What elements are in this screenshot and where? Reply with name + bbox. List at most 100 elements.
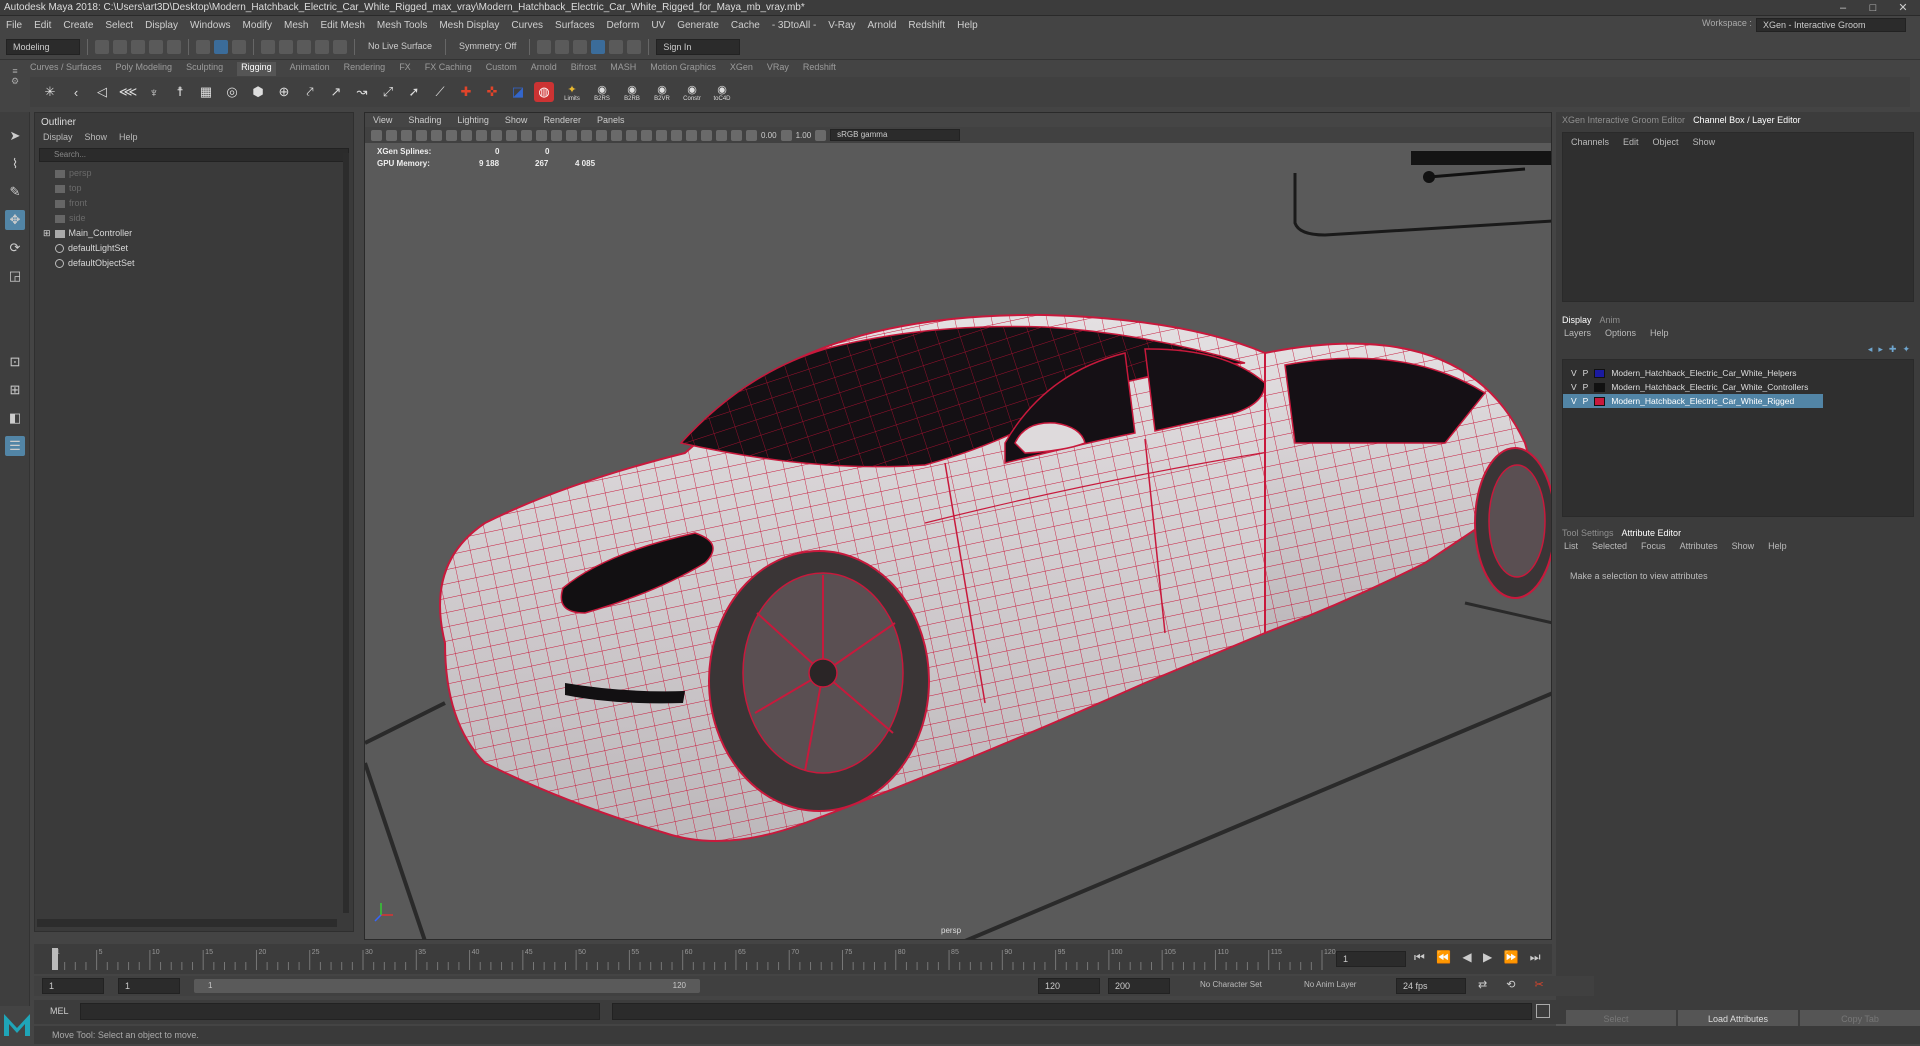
outliner-item[interactable]: side <box>55 211 353 226</box>
character-set-dropdown[interactable]: No Character Set <box>1200 980 1262 989</box>
outliner-vscrollbar[interactable] <box>343 153 349 913</box>
outliner-search-input[interactable]: Search... <box>39 148 349 162</box>
close-button[interactable]: ✕ <box>1888 0 1918 16</box>
menu-mesh-display[interactable]: Mesh Display <box>439 20 499 31</box>
fps-dropdown[interactable]: 24 fps <box>1396 978 1466 994</box>
layer-playback-toggle[interactable]: P <box>1583 396 1589 406</box>
playback-start-field[interactable]: 1 <box>118 978 180 994</box>
outliner-menu-help[interactable]: Help <box>119 132 138 142</box>
bookmark-icon[interactable] <box>401 129 412 141</box>
wrap-icon[interactable]: ⊕ <box>274 82 294 102</box>
b2rs-shelf-icon[interactable]: ◉ B2RS <box>590 82 614 102</box>
ik-handle-icon[interactable]: ‹ <box>66 82 86 102</box>
open-scene-icon[interactable] <box>113 39 127 54</box>
shelf-tab-motion-graphics[interactable]: Motion Graphics <box>650 62 716 76</box>
outliner-item[interactable]: persp <box>55 166 353 181</box>
undo-icon[interactable] <box>149 39 163 54</box>
sign-in-button[interactable]: Sign In <box>656 38 741 55</box>
ipr-render-icon[interactable] <box>555 39 570 54</box>
point-constraint-icon[interactable]: ↗ <box>326 82 346 102</box>
safe-action-icon[interactable] <box>506 129 517 141</box>
minimize-button[interactable]: – <box>1828 0 1858 16</box>
camera-attr-icon[interactable] <box>386 129 397 141</box>
rotate-tool-icon[interactable]: ⟳ <box>5 238 25 258</box>
playback-end-field[interactable]: 120 <box>1038 978 1100 994</box>
exposure-icon[interactable] <box>746 129 757 141</box>
expand-icon[interactable]: ⊞ <box>43 226 51 241</box>
cluster-icon[interactable]: ◎ <box>222 82 242 102</box>
menu-v-ray[interactable]: V-Ray <box>828 20 855 31</box>
render-view-icon[interactable] <box>609 39 624 54</box>
attr-tab-tool-settings[interactable]: Tool Settings <box>1562 528 1614 538</box>
viewport-menu-view[interactable]: View <box>373 115 392 125</box>
menu-edit-mesh[interactable]: Edit Mesh <box>320 20 364 31</box>
shelf-tab-redshift[interactable]: Redshift <box>803 62 836 76</box>
layer-row[interactable]: V P Modern_Hatchback_Electric_Car_White_Co… <box>1563 380 1913 394</box>
b2vr-shelf-icon[interactable]: ◉ B2VR <box>650 82 674 102</box>
new-layer-icon[interactable]: ✚ <box>1889 344 1897 355</box>
move-layer-up-icon[interactable]: ◂ <box>1868 344 1873 355</box>
cross-locator-icon[interactable]: ✜ <box>482 82 502 102</box>
menu-edit[interactable]: Edit <box>34 20 51 31</box>
shelf-tab-custom[interactable]: Custom <box>486 62 517 76</box>
lattice-icon[interactable]: ⬢ <box>248 82 268 102</box>
color-space-dropdown[interactable]: sRGB gamma <box>830 129 961 141</box>
depth-of-field-icon[interactable] <box>671 129 682 141</box>
layer-color-swatch[interactable] <box>1594 368 1606 378</box>
hypershade-icon[interactable] <box>591 39 606 54</box>
wireframe-icon[interactable] <box>536 129 547 141</box>
camera-select-icon[interactable] <box>371 129 382 141</box>
film-gate-icon[interactable] <box>446 129 457 141</box>
workspace-dropdown[interactable]: XGen - Interactive Groom <box>1756 18 1906 32</box>
shelf-tab-fx-caching[interactable]: FX Caching <box>425 62 472 76</box>
layer-color-swatch[interactable] <box>1594 382 1606 392</box>
resolution-gate-icon[interactable] <box>461 129 472 141</box>
current-frame-field[interactable]: 1 <box>1336 951 1406 967</box>
menu-cache[interactable]: Cache <box>731 20 760 31</box>
lasso-tool-icon[interactable]: ⌇ <box>5 154 25 174</box>
snap-curve-icon[interactable] <box>279 39 293 54</box>
quick-rig-icon[interactable]: ♆ <box>144 82 164 102</box>
move-layer-down-icon[interactable]: ▸ <box>1878 344 1883 355</box>
pole-vector-icon[interactable]: ⟋ <box>430 82 450 102</box>
menu-help[interactable]: Help <box>957 20 978 31</box>
toc4d-shelf-icon[interactable]: ◉ toC4D <box>710 82 734 102</box>
shelf-tab-animation[interactable]: Animation <box>290 62 330 76</box>
layer-visibility-toggle[interactable]: V <box>1571 368 1577 378</box>
two-view-layout-icon[interactable]: ◧ <box>5 408 25 428</box>
menu-arnold[interactable]: Arnold <box>868 20 897 31</box>
layer-color-swatch[interactable] <box>1594 396 1606 406</box>
layer-menu-help[interactable]: Help <box>1650 328 1669 338</box>
tab-xgen-interactive-groom-editor[interactable]: XGen Interactive Groom Editor <box>1562 115 1685 125</box>
default-material-icon[interactable] <box>566 129 577 141</box>
move-tool-icon[interactable]: ✥ <box>5 210 25 230</box>
color-management-icon[interactable] <box>815 129 827 141</box>
shelf-tab-rigging[interactable]: Rigging <box>237 62 276 76</box>
shelf-tab-arnold[interactable]: Arnold <box>531 62 557 76</box>
exposure-value[interactable]: 0.00 <box>761 131 777 140</box>
grid-icon[interactable] <box>431 129 442 141</box>
humanik-icon[interactable]: ☨ <box>170 82 190 102</box>
shelf-tab-mash[interactable]: MASH <box>610 62 636 76</box>
anim-layer-dropdown[interactable]: No Anim Layer <box>1304 980 1356 989</box>
layer-tab-anim[interactable]: Anim <box>1600 315 1621 325</box>
backface-icon[interactable] <box>731 129 742 141</box>
menu-select[interactable]: Select <box>105 20 133 31</box>
layer-visibility-toggle[interactable]: V <box>1571 396 1577 406</box>
layer-row[interactable]: V P Modern_Hatchback_Electric_Car_White_He… <box>1563 366 1913 380</box>
viewport-menu-renderer[interactable]: Renderer <box>543 115 581 125</box>
menu-windows[interactable]: Windows <box>190 20 231 31</box>
field-chart-icon[interactable] <box>491 129 502 141</box>
shelf-tab-rendering[interactable]: Rendering <box>344 62 386 76</box>
pause-icon[interactable] <box>627 39 642 54</box>
joint-tool-icon[interactable]: ✳ <box>40 82 60 102</box>
menu-3dtoall[interactable]: - 3DtoAll - <box>772 20 816 31</box>
attr-menu-help[interactable]: Help <box>1768 541 1787 551</box>
new-layer-selected-icon[interactable]: ✦ <box>1902 344 1910 355</box>
menu-modify[interactable]: Modify <box>243 20 272 31</box>
snap-point-icon[interactable] <box>297 39 311 54</box>
mirror-joint-icon[interactable]: ⋘ <box>118 82 138 102</box>
layer-menu-layers[interactable]: Layers <box>1564 328 1591 338</box>
attr-menu-show[interactable]: Show <box>1732 541 1755 551</box>
select-tool-icon[interactable]: ➤ <box>5 126 25 146</box>
